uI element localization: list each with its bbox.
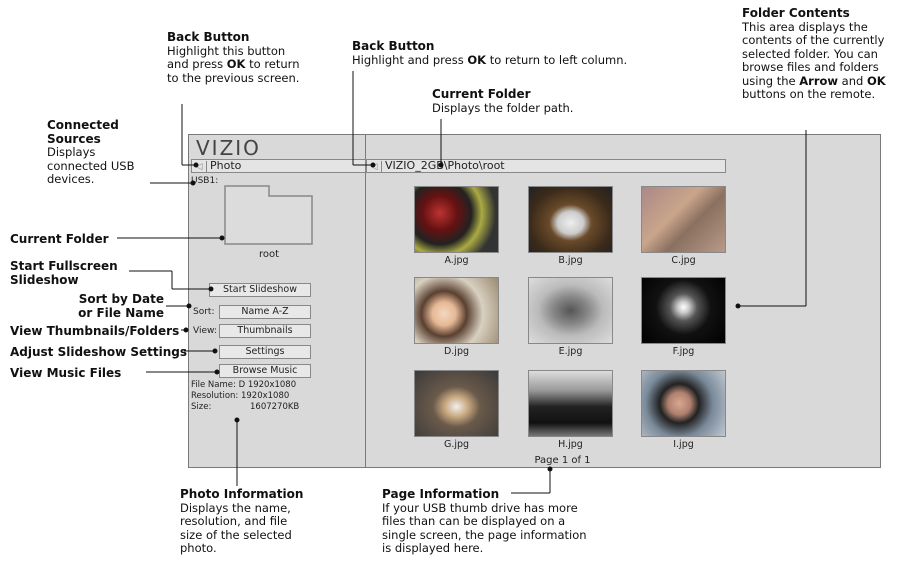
callout-text: resolution, and file xyxy=(180,514,288,528)
callout-text: size of the selected xyxy=(180,527,292,542)
callout-title: Sources xyxy=(47,131,101,146)
callout-title: Page Information xyxy=(382,487,500,501)
view-thumbnails-label: View Thumbnails/Folders xyxy=(10,324,180,338)
callout-title: Folder Contents xyxy=(742,6,850,20)
callout-title: Current Folder xyxy=(432,87,531,101)
callout-text: Highlight and press OK to return to left… xyxy=(352,52,628,67)
photo-info-callout: Photo Information Displays the name, res… xyxy=(180,487,304,556)
callout-text: This area displays the xyxy=(742,19,868,34)
callout-text: browse files and folders xyxy=(742,60,879,74)
callout-text: contents of the currently xyxy=(742,33,885,47)
callout-text: selected folder. You can xyxy=(742,46,878,61)
callout-text: buttons on the remote. xyxy=(742,87,876,101)
current-folder-label: Current Folder xyxy=(10,232,109,246)
callout-text: is displayed here. xyxy=(382,541,484,555)
callout-text: If your USB thumb drive has more xyxy=(382,500,578,515)
callout-title: Back Button xyxy=(352,39,435,53)
callout-text: single screen, the page information xyxy=(382,527,587,542)
callout-text: connected USB xyxy=(47,158,135,173)
adjust-slideshow-label: Adjust Slideshow Settings xyxy=(10,345,188,359)
callout-text: Highlight this button xyxy=(167,43,286,58)
callout-text: devices. xyxy=(47,172,95,186)
callout-title: Photo Information xyxy=(180,487,304,501)
current-folder-callout-top: Current Folder Displays the folder path. xyxy=(432,87,574,115)
callout-title: Back Button xyxy=(167,30,250,44)
page-info-callout: Page Information If your USB thumb drive… xyxy=(382,487,587,556)
start-fullscreen-label: Start Fullscreen Slideshow xyxy=(10,259,118,287)
callout-title: Connected xyxy=(47,118,119,132)
callout-text: and press OK to return xyxy=(167,57,300,71)
callout-text: to the previous screen. xyxy=(167,70,300,85)
connected-sources-callout: Connected Sources Displays connected USB… xyxy=(47,118,135,187)
callout-text: Displays xyxy=(47,145,96,159)
back-button-callout-right: Back Button Highlight and press OK to re… xyxy=(352,39,628,67)
callout-text: files than can be displayed on a xyxy=(382,514,566,528)
callout-text: Displays the folder path. xyxy=(432,100,574,115)
callout-text: using the Arrow and OK xyxy=(742,73,886,88)
callout-text: Displays the name, xyxy=(180,500,291,515)
callout-text: photo. xyxy=(180,541,217,555)
folder-contents-callout: Folder Contents This area displays the c… xyxy=(742,6,886,102)
back-button-callout-left: Back Button Highlight this button and pr… xyxy=(167,30,300,85)
sort-by-label: Sort by Date or File Name xyxy=(78,292,164,320)
view-music-label: View Music Files xyxy=(10,366,122,380)
